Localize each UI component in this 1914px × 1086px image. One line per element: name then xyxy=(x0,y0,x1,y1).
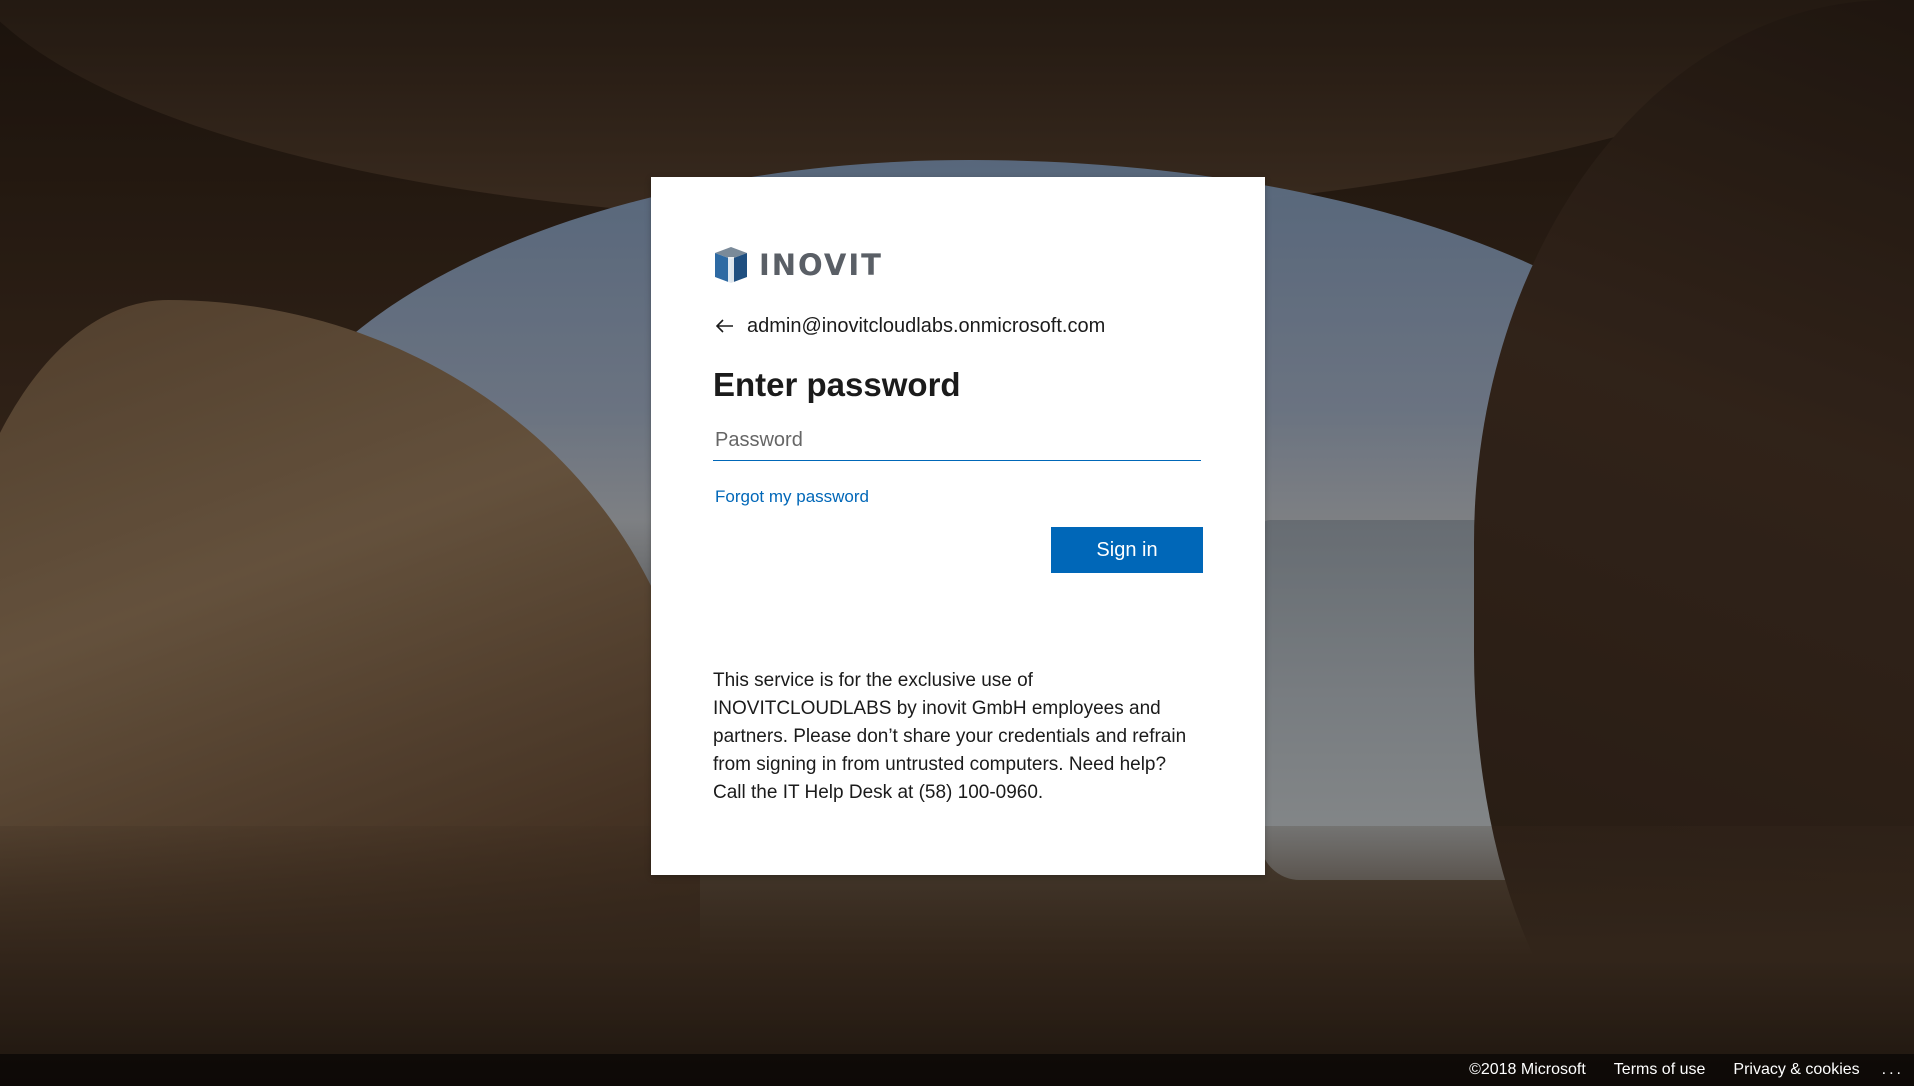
terms-of-use-link[interactable]: Terms of use xyxy=(1614,1061,1706,1079)
login-card: INOVIT admin@inovitcloudlabs.onmicrosoft… xyxy=(651,177,1265,875)
identity-email: admin@inovitcloudlabs.onmicrosoft.com xyxy=(747,314,1106,337)
arrow-left-icon[interactable] xyxy=(713,314,737,338)
sign-in-button[interactable]: Sign in xyxy=(1051,527,1203,573)
identity-banner: admin@inovitcloudlabs.onmicrosoft.com xyxy=(713,311,1203,341)
page-title: Enter password xyxy=(713,366,961,403)
copyright-text: ©2018 Microsoft xyxy=(1469,1061,1586,1078)
inovit-logo-icon xyxy=(715,247,747,283)
company-logo: INOVIT xyxy=(713,243,1203,287)
more-options-link[interactable]: ... xyxy=(1882,1061,1904,1079)
password-field-wrapper xyxy=(713,423,1201,461)
footer-bar: ©2018 Microsoft Terms of use Privacy & c… xyxy=(0,1054,1914,1086)
logo-text: INOVIT xyxy=(759,248,883,282)
privacy-cookies-link[interactable]: Privacy & cookies xyxy=(1733,1061,1859,1079)
password-input[interactable] xyxy=(713,423,1201,461)
forgot-password-link[interactable]: Forgot my password xyxy=(713,487,869,507)
actions-row: Sign in xyxy=(713,527,1203,573)
service-notice: This service is for the exclusive use of… xyxy=(713,670,1187,803)
